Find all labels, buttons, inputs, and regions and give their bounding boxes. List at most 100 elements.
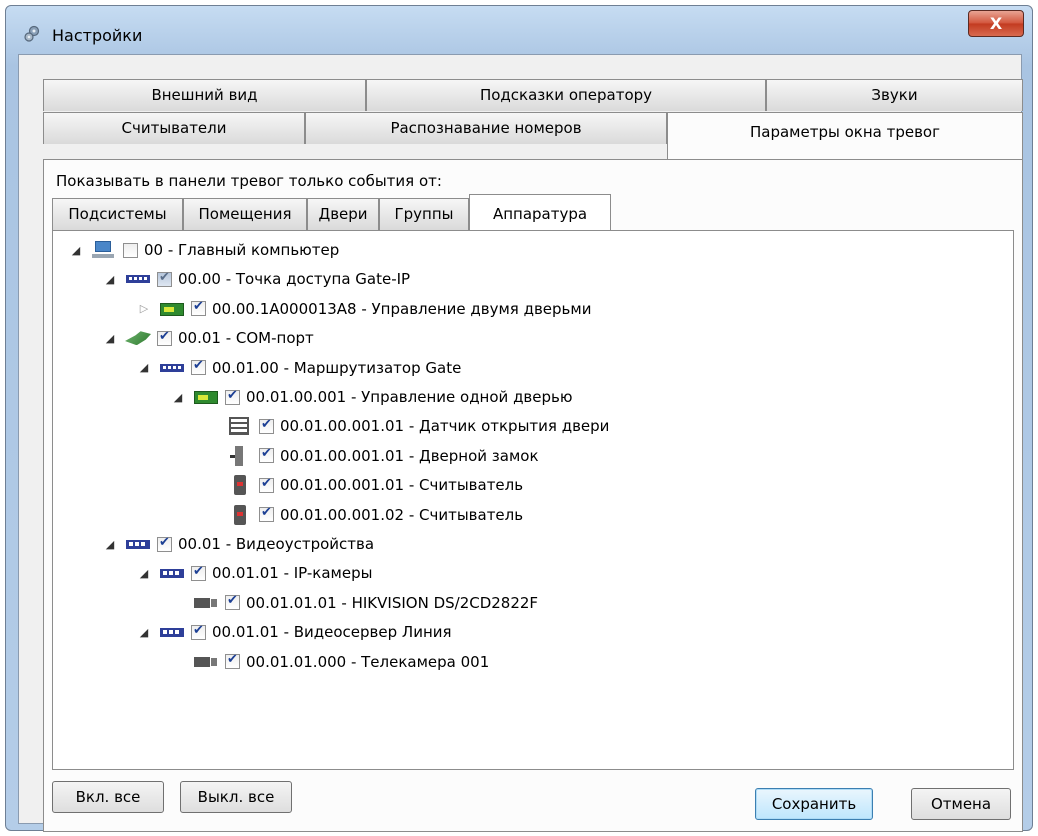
door-lock-icon <box>227 445 253 466</box>
node-label: 00 - Главный компьютер <box>144 241 340 259</box>
node-label: 00.01.00.001 - Управление одной дверью <box>246 388 573 406</box>
subtab-rooms[interactable]: Помещения <box>183 198 307 230</box>
close-button[interactable]: X <box>968 10 1024 37</box>
tree-node[interactable]: ◢ 00.00 - Точка доступа Gate-IP <box>103 266 410 292</box>
tab-row-top: Внешний вид Подсказки оператору Звуки <box>43 79 1023 111</box>
tab-operator-hints[interactable]: Подсказки оператору <box>366 79 766 111</box>
window-title: Настройки <box>52 26 143 45</box>
node-label: 00.01.01.01 - HIKVISION DS/2CD2822F <box>246 593 539 612</box>
tab-row-bottom: Считыватели Распознавание номеров Параме… <box>43 112 1023 159</box>
tree-node[interactable]: ◢ 00 - Главный компьютер <box>69 237 339 263</box>
tree-node[interactable]: ◢ 00.01.01 - Видеосервер Линия <box>137 619 452 645</box>
node-checkbox[interactable] <box>259 417 274 434</box>
node-label: 00.01 - Видеоустройства <box>178 535 375 553</box>
node-checkbox[interactable] <box>157 329 172 346</box>
node-checkbox[interactable] <box>157 535 172 552</box>
card-reader-icon <box>227 475 253 496</box>
alarm-window-params-panel: Показывать в панели тревог только событи… <box>43 159 1023 832</box>
tab-label: Звуки <box>871 86 918 104</box>
expander-expanded-icon[interactable]: ◢ <box>137 626 151 639</box>
tree-node[interactable]: ◢ 00.01.00.001 - Управление одной дверью <box>171 384 573 410</box>
subtab-subsystems[interactable]: Подсистемы <box>52 198 183 230</box>
node-checkbox[interactable] <box>259 505 274 523</box>
expander-expanded-icon[interactable]: ◢ <box>103 273 117 286</box>
expander-expanded-icon[interactable]: ◢ <box>137 361 151 374</box>
node-checkbox[interactable] <box>191 299 206 317</box>
tree-node[interactable]: ◢ 00.01.01 - IP-камеры <box>137 560 373 586</box>
tab-alarm-window-params[interactable]: Параметры окна тревог <box>667 112 1023 159</box>
tab-plate-recognition[interactable]: Распознавание номеров <box>305 112 667 144</box>
expander-expanded-icon[interactable]: ◢ <box>103 538 117 551</box>
close-icon: X <box>989 14 1003 33</box>
expander-expanded-icon[interactable]: ◢ <box>171 391 185 404</box>
tab-sounds[interactable]: Звуки <box>766 79 1023 111</box>
node-checkbox[interactable] <box>225 388 240 405</box>
card-reader-icon <box>227 504 253 525</box>
tab-readers[interactable]: Считыватели <box>43 112 305 144</box>
tab-label: Внешний вид <box>151 86 258 104</box>
button-label: Выкл. все <box>197 788 275 806</box>
subtab-label: Подсистемы <box>68 205 167 223</box>
title-bar[interactable]: Настройки X <box>6 6 1032 56</box>
subtab-hardware[interactable]: Аппаратура <box>469 194 611 230</box>
hardware-tree[interactable]: ◢ 00 - Главный компьютер ◢ 00.00 - Точка до… <box>52 230 1014 770</box>
tree-node[interactable]: ▷ 00.00.1A000013A8 - Управление двумя две… <box>137 296 592 322</box>
expander-expanded-icon[interactable]: ◢ <box>103 332 117 345</box>
button-label: Вкл. все <box>75 788 141 806</box>
com-port-icon <box>125 328 151 348</box>
node-checkbox[interactable] <box>191 623 206 640</box>
expander-expanded-icon[interactable]: ◢ <box>69 244 83 257</box>
subtab-groups[interactable]: Группы <box>379 198 469 230</box>
computer-icon <box>91 240 117 260</box>
dialog-body: Внешний вид Подсказки оператору Звуки Сч… <box>18 54 1023 832</box>
node-label: 00.01.01 - IP-камеры <box>212 564 373 583</box>
controller-board-icon <box>159 299 185 319</box>
node-checkbox[interactable] <box>225 593 240 611</box>
filter-subtabs: Подсистемы Помещения Двери Группы Аппара… <box>52 194 752 230</box>
subtab-label: Аппаратура <box>492 205 588 223</box>
subtab-label: Группы <box>394 205 454 223</box>
camera-icon <box>193 652 219 672</box>
node-checkbox[interactable] <box>225 652 240 670</box>
tab-label: Параметры окна тревог <box>750 123 940 141</box>
cancel-button[interactable]: Отмена <box>911 788 1011 820</box>
node-label: 00.01 - COM-порт <box>178 329 314 348</box>
button-label: Отмена <box>930 795 992 813</box>
node-label: 00.01.00.001.02 - Считыватель <box>280 505 524 524</box>
node-checkbox[interactable] <box>123 242 138 258</box>
tree-node[interactable]: ◢ 00.01.00 - Маршрутизатор Gate <box>137 355 462 381</box>
controller-board-icon <box>193 387 219 407</box>
subtab-label: Помещения <box>198 205 292 223</box>
node-label: 00.00.1A000013A8 - Управление двумя двер… <box>212 299 592 318</box>
node-checkbox[interactable] <box>191 358 206 376</box>
tree-node[interactable]: 00.01.00.001.02 - Считыватель <box>205 502 523 528</box>
filter-caption: Показывать в панели тревог только событи… <box>56 172 442 190</box>
router-icon <box>159 358 185 378</box>
tree-node[interactable]: 00.01.01.01 - HIKVISION DS/2CD2822F <box>171 590 538 616</box>
node-checkbox[interactable] <box>259 476 274 493</box>
expander-expanded-icon[interactable]: ◢ <box>137 567 151 580</box>
tree-node[interactable]: 00.01.00.001.01 - Дверной замок <box>205 443 539 469</box>
enable-all-button[interactable]: Вкл. все <box>52 781 164 813</box>
expander-collapsed-icon[interactable]: ▷ <box>137 302 151 315</box>
node-label: 00.01.00.001.01 - Считыватель <box>280 476 524 495</box>
node-checkbox[interactable] <box>157 270 172 287</box>
node-checkbox[interactable] <box>259 446 274 464</box>
tab-label: Подсказки оператору <box>479 86 653 104</box>
tab-label: Распознавание номеров <box>390 119 582 137</box>
node-label: 00.01.00.001.01 - Дверной замок <box>280 446 539 465</box>
node-checkbox[interactable] <box>191 564 206 581</box>
tab-appearance[interactable]: Внешний вид <box>43 79 366 111</box>
disable-all-button[interactable]: Выкл. все <box>180 781 292 813</box>
save-button[interactable]: Сохранить <box>755 788 873 820</box>
video-devices-icon <box>159 622 185 642</box>
button-label: Сохранить <box>771 795 857 813</box>
video-devices-icon <box>159 563 185 583</box>
tree-node[interactable]: 00.01.01.000 - Телекамера 001 <box>171 649 489 675</box>
tree-node[interactable]: 00.01.00.001.01 - Датчик открытия двери <box>205 413 609 439</box>
settings-window: Настройки X Внешний вид Подсказки операт… <box>5 5 1033 832</box>
tree-node[interactable]: ◢ 00.01 - COM-порт <box>103 325 314 351</box>
tree-node[interactable]: ◢ 00.01 - Видеоустройства <box>103 531 374 557</box>
subtab-doors[interactable]: Двери <box>307 198 379 230</box>
tree-node[interactable]: 00.01.00.001.01 - Считыватель <box>205 472 523 498</box>
